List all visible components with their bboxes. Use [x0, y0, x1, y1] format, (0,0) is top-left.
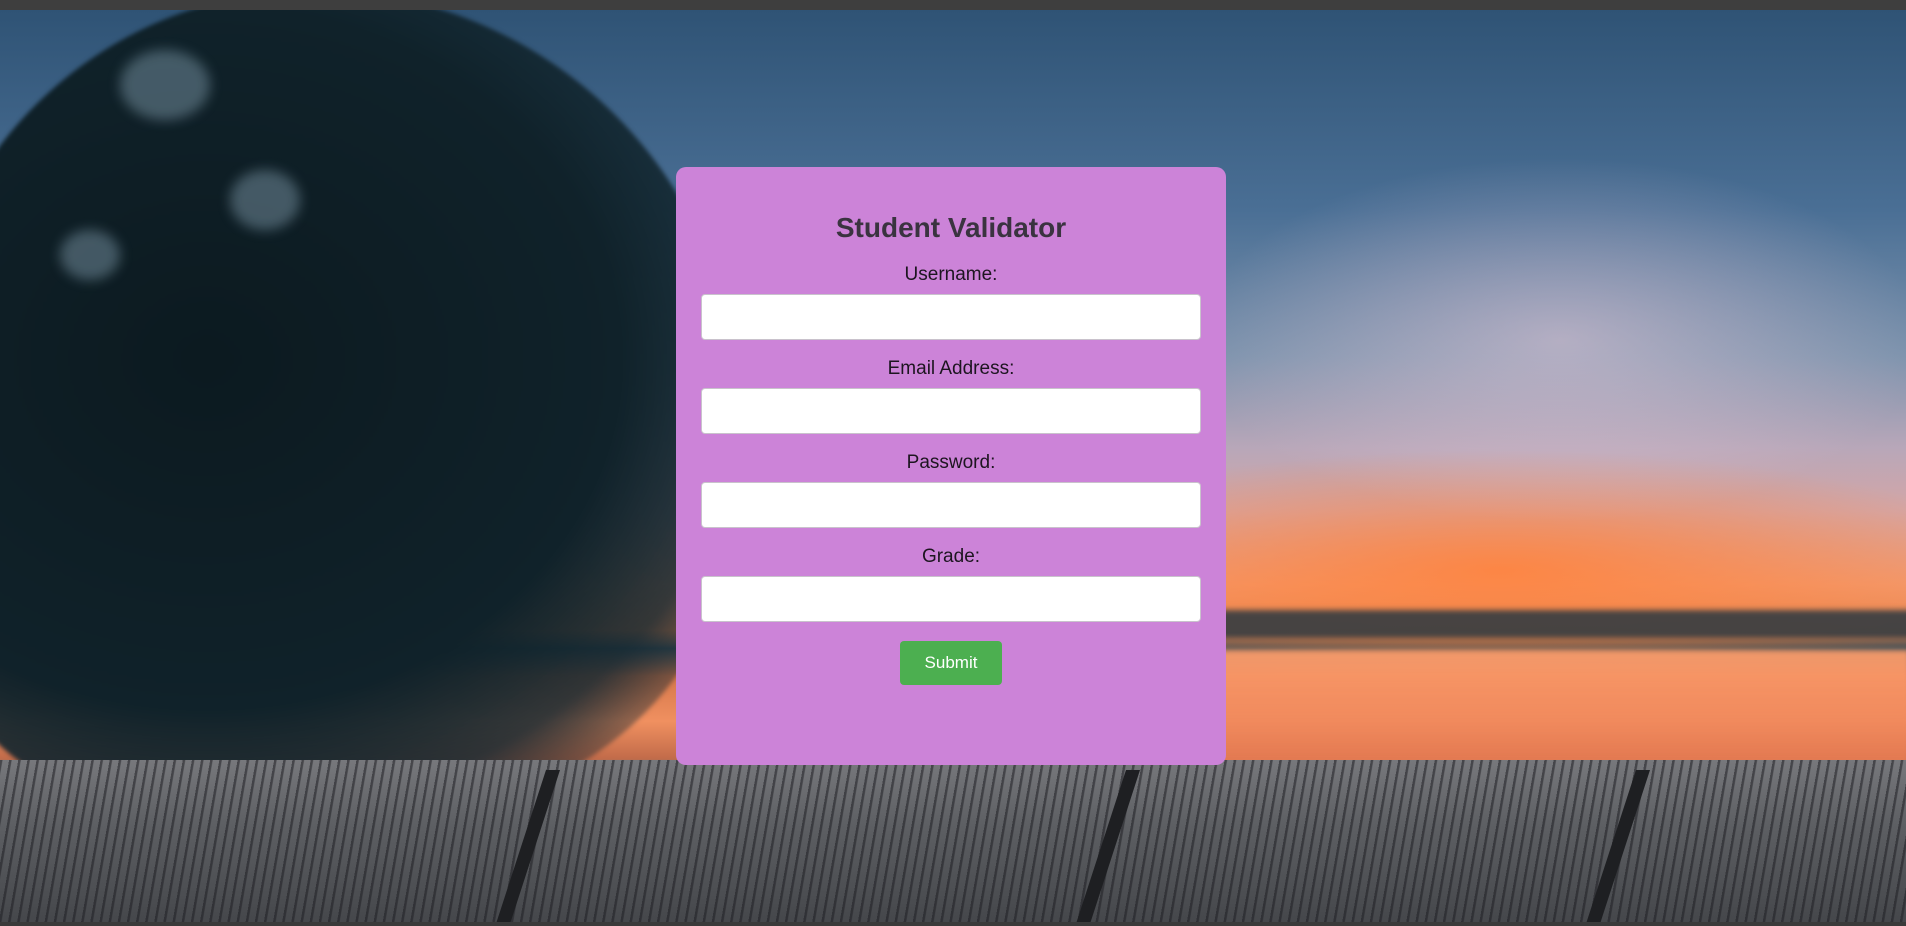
email-input[interactable] — [701, 388, 1201, 434]
student-validator-form: Student Validator Username: Email Addres… — [676, 167, 1226, 765]
browser-bottom-bar — [0, 922, 1906, 926]
grade-label: Grade: — [921, 546, 981, 567]
username-label: Username: — [904, 264, 998, 285]
background-water — [1150, 650, 1906, 770]
background-sky-patch — [120, 50, 210, 120]
grade-input[interactable] — [701, 576, 1201, 622]
password-input[interactable] — [701, 482, 1201, 528]
password-label: Password: — [906, 452, 996, 473]
username-input[interactable] — [701, 294, 1201, 340]
browser-top-bar — [0, 0, 1906, 10]
form-title: Student Validator — [835, 212, 1067, 243]
background-sky-patch — [230, 170, 300, 230]
submit-button[interactable]: Submit — [900, 641, 1002, 685]
email-label: Email Address: — [887, 358, 1015, 379]
background-horizon — [1200, 610, 1906, 638]
background-sky-patch — [60, 230, 120, 280]
background-trees — [0, 10, 740, 810]
